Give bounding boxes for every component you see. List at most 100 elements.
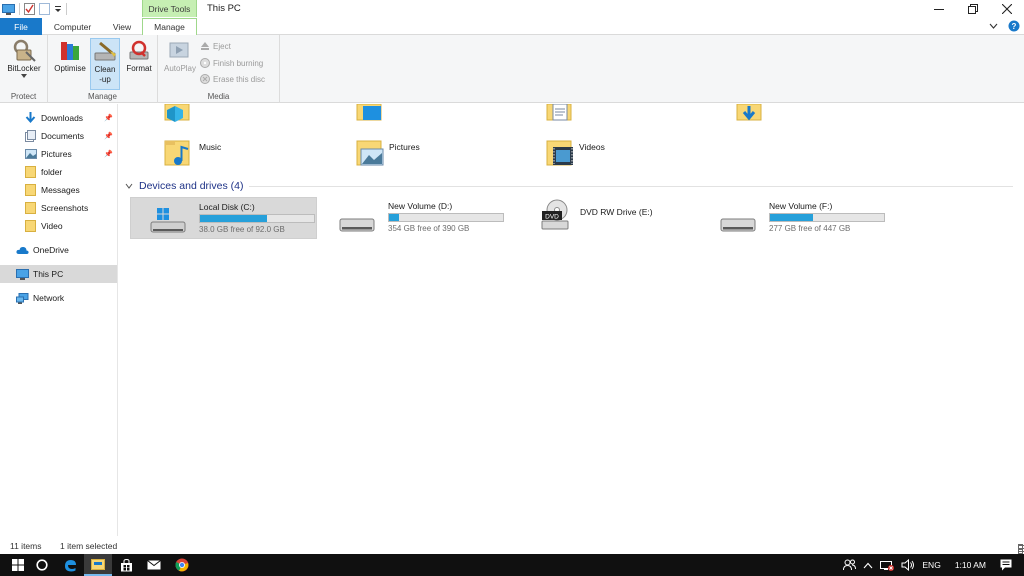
sidebar-item-messages[interactable]: Messages [0,181,117,199]
dvd-drive-icon: DVD [540,199,570,233]
title-bar: Drive Tools This PC [0,0,1024,18]
optimise-label: Optimise [54,64,86,73]
volume-icon[interactable] [901,559,915,571]
people-icon[interactable] [843,559,857,571]
eject-label: Eject [213,41,231,51]
group-label-protect: Protect [10,92,37,101]
sidebar-item-network[interactable]: Network [0,289,117,307]
pin-icon[interactable]: 📌 [104,114,113,122]
drive-free-space: 277 GB free of 447 GB [769,224,851,233]
cleanup-label-line1: Clean [94,65,116,74]
new-folder-icon[interactable] [39,3,50,15]
drive-usage-bar [769,213,885,222]
folder-item-partial[interactable] [735,103,765,126]
folder-item-videos[interactable]: Videos [545,137,605,169]
large-icons-view-icon[interactable] [1018,544,1024,554]
cleanup-button[interactable]: Clean -up [90,38,120,90]
folder-icon [24,202,37,214]
section-header-devices[interactable]: Devices and drives (4) [125,180,243,192]
bitlocker-icon [13,39,36,62]
close-icon [1002,4,1012,14]
pin-icon[interactable]: 📌 [104,132,113,140]
windows-logo-icon [12,559,24,571]
sidebar-item-video[interactable]: Video [0,217,117,235]
sidebar-item-label: OneDrive [33,245,69,255]
finish-burning-button[interactable]: Finish burning [200,58,263,68]
drive-new-volume-f[interactable]: New Volume (F:) 277 GB free of 447 GB [701,197,888,239]
pictures-icon [24,148,37,160]
network-icon [16,292,29,304]
eject-button[interactable]: Eject [200,41,231,51]
folder-item-pictures[interactable]: Pictures [355,137,420,169]
taskbar: ENG 1:10 AM [0,554,1024,576]
taskbar-chrome[interactable] [168,554,196,576]
tab-view[interactable]: View [104,18,140,35]
status-item-count: 11 items [10,541,42,551]
sidebar-item-screenshots[interactable]: Screenshots [0,199,117,217]
customize-qat-icon[interactable] [54,5,62,13]
hard-drive-icon [338,207,378,235]
folder-item-music[interactable]: Music [163,137,221,169]
network-status-icon[interactable] [880,559,895,571]
tab-manage[interactable]: Manage [142,18,197,36]
computer-icon[interactable] [2,3,15,15]
bitlocker-label: BitLocker [7,64,41,73]
help-icon[interactable]: ? [1008,20,1020,32]
format-button[interactable]: Format [122,38,156,90]
restore-icon [968,4,978,14]
restore-button[interactable] [956,0,990,18]
disk-cleanup-icon [94,41,116,61]
pin-icon[interactable]: 📌 [104,150,113,158]
drive-local-disk-c[interactable]: Local Disk (C:) 38.0 GB free of 92.0 GB [130,197,317,239]
chevron-up-icon[interactable] [863,562,873,569]
pictures-folder-icon [356,140,384,166]
group-label-media: Media [207,92,230,101]
drive-new-volume-d[interactable]: New Volume (D:) 354 GB free of 390 GB [320,197,507,239]
sidebar-item-this-pc[interactable]: This PC [0,265,117,283]
qat-separator [19,3,20,15]
hard-drive-icon [719,207,759,235]
drive-dvd-rw-e[interactable]: DVD DVD RW Drive (E:) [510,197,697,239]
chrome-browser-icon [175,558,189,572]
minimize-button[interactable] [922,0,956,18]
taskbar-mail[interactable] [140,554,168,576]
chevron-down-icon[interactable] [989,23,998,29]
computer-icon [16,268,29,280]
downloads-folder-icon [736,103,762,121]
folder-item-partial[interactable] [163,103,193,126]
videos-folder-icon [546,140,573,166]
status-selection: 1 item selected [60,541,118,551]
tab-file[interactable]: File [0,18,42,35]
sidebar-item-onedrive[interactable]: OneDrive [0,241,117,259]
folder-icon [24,166,37,178]
folder-label: Pictures [389,142,420,152]
tab-computer[interactable]: Computer [45,18,100,35]
properties-icon[interactable] [24,3,35,15]
input-language[interactable]: ENG [922,560,940,570]
folder-icon [24,184,37,196]
erase-disc-button[interactable]: Erase this disc [200,74,265,84]
bitlocker-button[interactable]: BitLocker [3,38,45,90]
clock-time[interactable]: 1:10 AM [955,560,986,570]
dropdown-arrow-icon [21,74,27,78]
status-bar: 11 items 1 item selected [0,536,1024,554]
close-button[interactable] [990,0,1024,18]
autoplay-button[interactable]: AutoPlay [161,38,199,90]
action-center-icon[interactable] [1000,559,1012,571]
taskbar-edge[interactable] [56,554,84,576]
sidebar-item-folder[interactable]: folder [0,163,117,181]
cortana-button[interactable] [28,554,56,576]
drive-free-space: 38.0 GB free of 92.0 GB [199,225,285,234]
documents-folder-icon [546,103,572,121]
taskbar-store[interactable] [112,554,140,576]
optimise-button[interactable]: Optimise [52,38,88,90]
taskbar-file-explorer[interactable] [84,554,112,576]
sidebar-item-downloads[interactable]: Downloads 📌 [0,109,117,127]
3d-objects-folder-icon [164,103,190,122]
sidebar-item-pictures[interactable]: Pictures 📌 [0,145,117,163]
folder-item-partial[interactable] [545,103,575,126]
folder-item-partial[interactable] [355,103,385,126]
chevron-down-icon [125,183,133,189]
sidebar-item-documents[interactable]: Documents 📌 [0,127,117,145]
ribbon-group-protect: BitLocker Protect [0,35,48,103]
